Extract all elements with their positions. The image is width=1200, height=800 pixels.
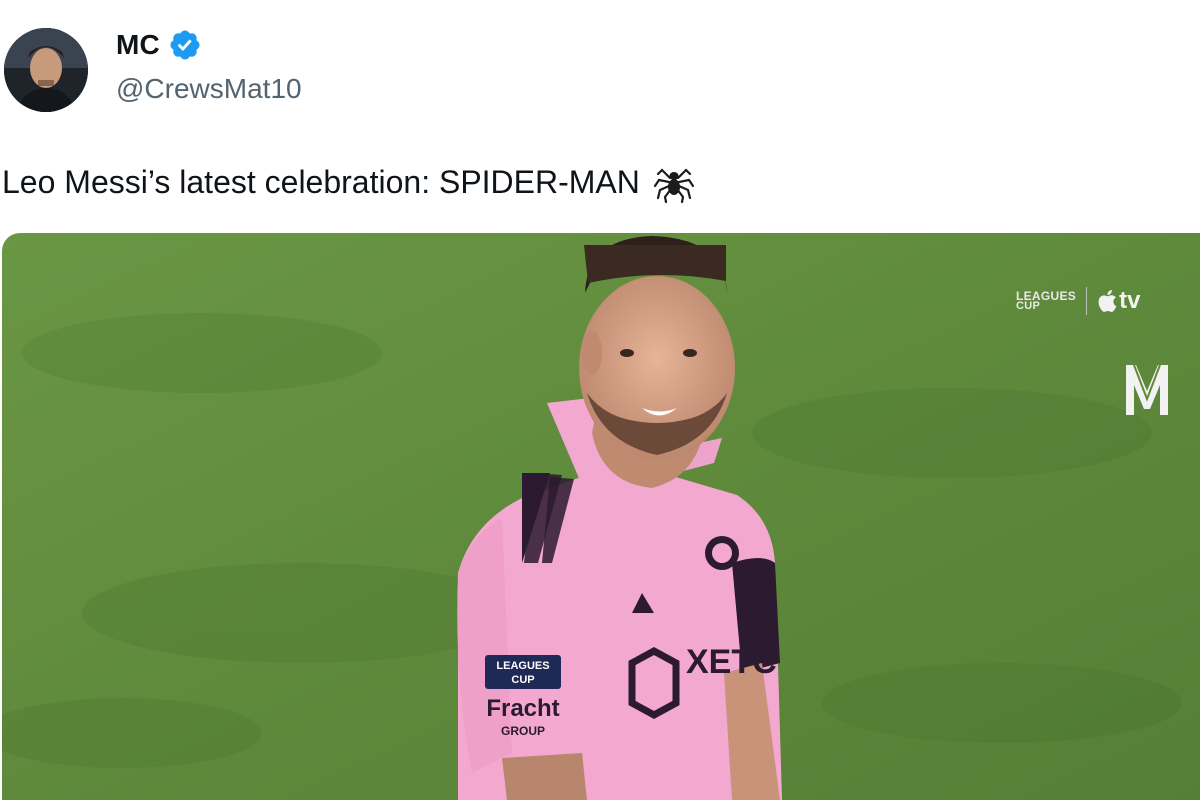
broadcast-logo: LEAGUES CUP tv — [1016, 287, 1140, 315]
author-handle[interactable]: @CrewsMat10 — [116, 73, 302, 105]
tweet-text-row: Leo Messi’s latest celebration: SPIDER-M… — [2, 160, 696, 204]
jersey-patch-bottom: CUP — [511, 674, 534, 686]
tweet-media-image[interactable]: LEAGUES CUP Fracht GROUP XETC LEAGUES CU… — [2, 233, 1200, 800]
tweet-text: Leo Messi’s latest celebration: SPIDER-M… — [2, 163, 640, 200]
jersey-patch-top: LEAGUES — [496, 660, 549, 672]
inter-miami-m-logo — [1124, 361, 1170, 417]
apple-icon — [1098, 290, 1117, 312]
author-avatar[interactable] — [4, 28, 88, 112]
leagues-cup-logo: LEAGUES CUP — [1016, 290, 1076, 312]
tweet-header: MC @CrewsMat10 — [0, 0, 1200, 130]
sleeve-sponsor-sub: GROUP — [501, 724, 545, 738]
author-display-name[interactable]: MC — [116, 29, 160, 61]
verified-badge-icon — [168, 28, 202, 62]
tv-label: tv — [1119, 287, 1141, 314]
apple-tv-logo: tv — [1097, 287, 1140, 315]
author-name-row: MC — [116, 28, 202, 62]
sleeve-sponsor: Fracht — [486, 695, 559, 722]
avatar-image — [4, 28, 88, 112]
video-frame: LEAGUES CUP Fracht GROUP XETC — [2, 233, 1200, 800]
m-logo-icon — [1126, 364, 1168, 415]
spider-icon — [652, 160, 696, 204]
logo-divider — [1086, 287, 1088, 315]
chest-sponsor: XETC — [686, 643, 777, 681]
